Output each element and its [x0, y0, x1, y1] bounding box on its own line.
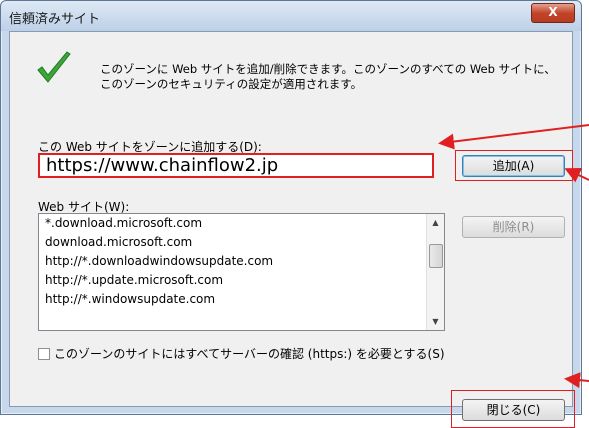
zone-description: このゾーンに Web サイトを追加/削除できます。このゾーンのすべての Web …: [100, 62, 556, 91]
add-button[interactable]: 追加(A): [462, 155, 565, 177]
https-checkbox-label: このゾーンのサイトにはすべてサーバーの確認 (https:) を必要とする(S): [54, 347, 445, 361]
sites-list[interactable]: *.download.microsoft.com download.micros…: [38, 213, 445, 331]
list-scrollbar[interactable]: ▲ ▼: [426, 214, 444, 330]
list-item[interactable]: *.download.microsoft.com: [39, 214, 444, 233]
scroll-thumb[interactable]: [429, 244, 443, 268]
title-bar: 信頼済みサイト X: [1, 1, 581, 31]
list-item[interactable]: download.microsoft.com: [39, 233, 444, 252]
trusted-sites-dialog: 信頼済みサイト X このゾーンに Web サイトを追加/削除できます。このゾーン…: [0, 0, 582, 428]
dialog-title: 信頼済みサイト: [9, 12, 101, 27]
close-button[interactable]: 閉じる(C): [462, 399, 565, 421]
list-item[interactable]: http://*.update.microsoft.com: [39, 271, 444, 290]
checkmark-icon: [37, 51, 71, 83]
url-input[interactable]: [38, 153, 434, 178]
list-item[interactable]: http://*.windowsupdate.com: [39, 290, 444, 309]
scroll-up-arrow-icon[interactable]: ▲: [427, 214, 444, 231]
delete-button[interactable]: 削除(R): [462, 216, 565, 238]
https-checkbox-row[interactable]: このゾーンのサイトにはすべてサーバーの確認 (https:) を必要とする(S): [38, 345, 445, 362]
scroll-down-arrow-icon[interactable]: ▼: [427, 313, 444, 330]
https-checkbox[interactable]: [38, 347, 50, 360]
dialog-body: このゾーンに Web サイトを追加/削除できます。このゾーンのすべての Web …: [9, 31, 575, 428]
close-window-button[interactable]: X: [531, 3, 575, 23]
list-item[interactable]: http://*.downloadwindowsupdate.com: [39, 252, 444, 271]
